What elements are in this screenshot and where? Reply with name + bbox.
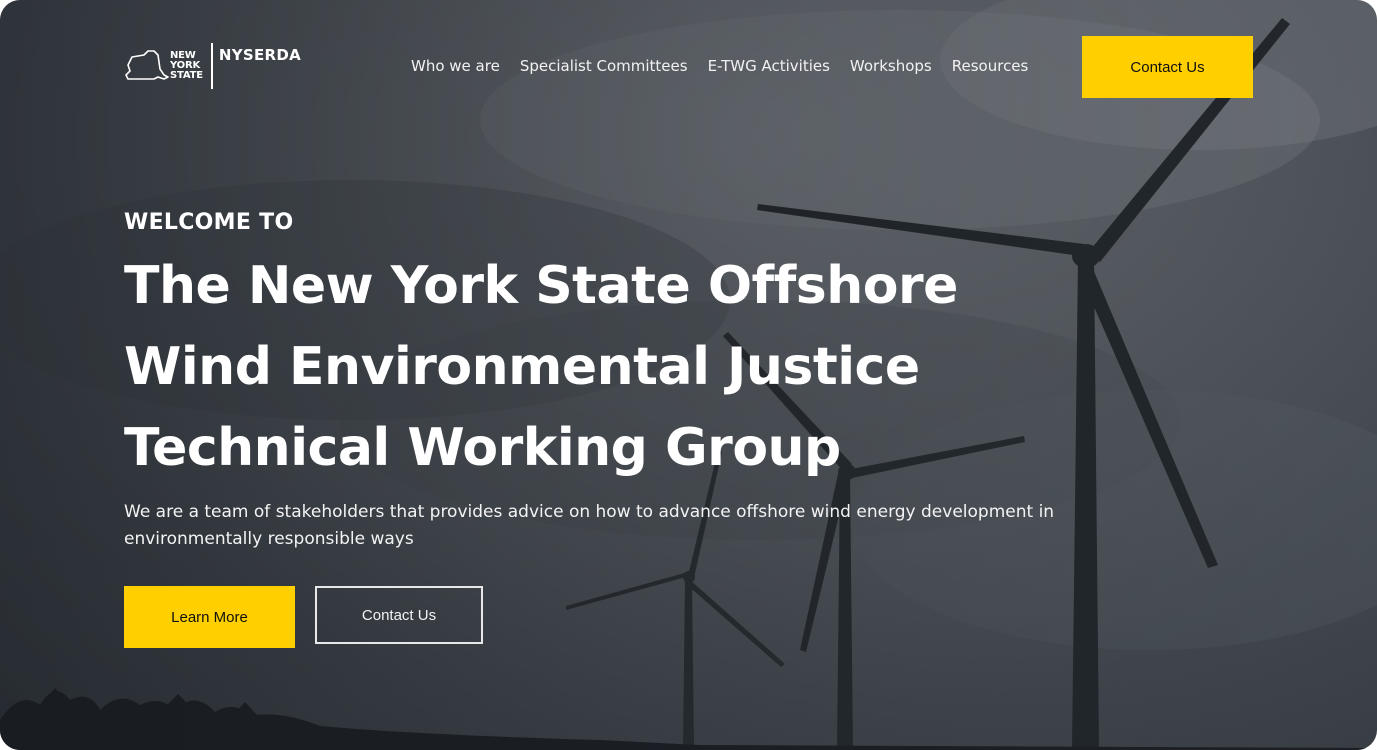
nav-item-etwg-activities[interactable]: E-TWG Activities bbox=[708, 56, 830, 76]
logo-agency-name: NYSERDA bbox=[218, 46, 302, 64]
nav-item-workshops[interactable]: Workshops bbox=[850, 56, 932, 76]
main-nav: Who we are Specialist Committees E-TWG A… bbox=[411, 56, 1048, 76]
logo-state-text: NEW YORK STATE bbox=[170, 51, 203, 81]
hero-eyebrow: WELCOME TO bbox=[124, 210, 294, 235]
nav-item-resources[interactable]: Resources bbox=[952, 56, 1029, 76]
logo-divider bbox=[210, 43, 213, 89]
hero-contact-us-button[interactable]: Contact Us bbox=[315, 586, 483, 644]
hero-title: The New York State Offshore Wind Environ… bbox=[124, 256, 958, 478]
hero-description: We are a team of stakeholders that provi… bbox=[124, 502, 1055, 549]
hero-section: NEW YORK STATE NYSERDA Who we are Specia… bbox=[0, 0, 1377, 750]
nav-item-specialist-committees[interactable]: Specialist Committees bbox=[520, 56, 688, 76]
new-york-state-map-icon bbox=[125, 50, 169, 80]
nyserda-logo[interactable]: NEW YORK STATE NYSERDA bbox=[124, 42, 301, 90]
nav-item-who-we-are[interactable]: Who we are bbox=[411, 56, 500, 76]
learn-more-button[interactable]: Learn More bbox=[124, 586, 295, 648]
logo-state-line-3: STATE bbox=[170, 70, 203, 81]
header-contact-us-button[interactable]: Contact Us bbox=[1082, 36, 1253, 98]
